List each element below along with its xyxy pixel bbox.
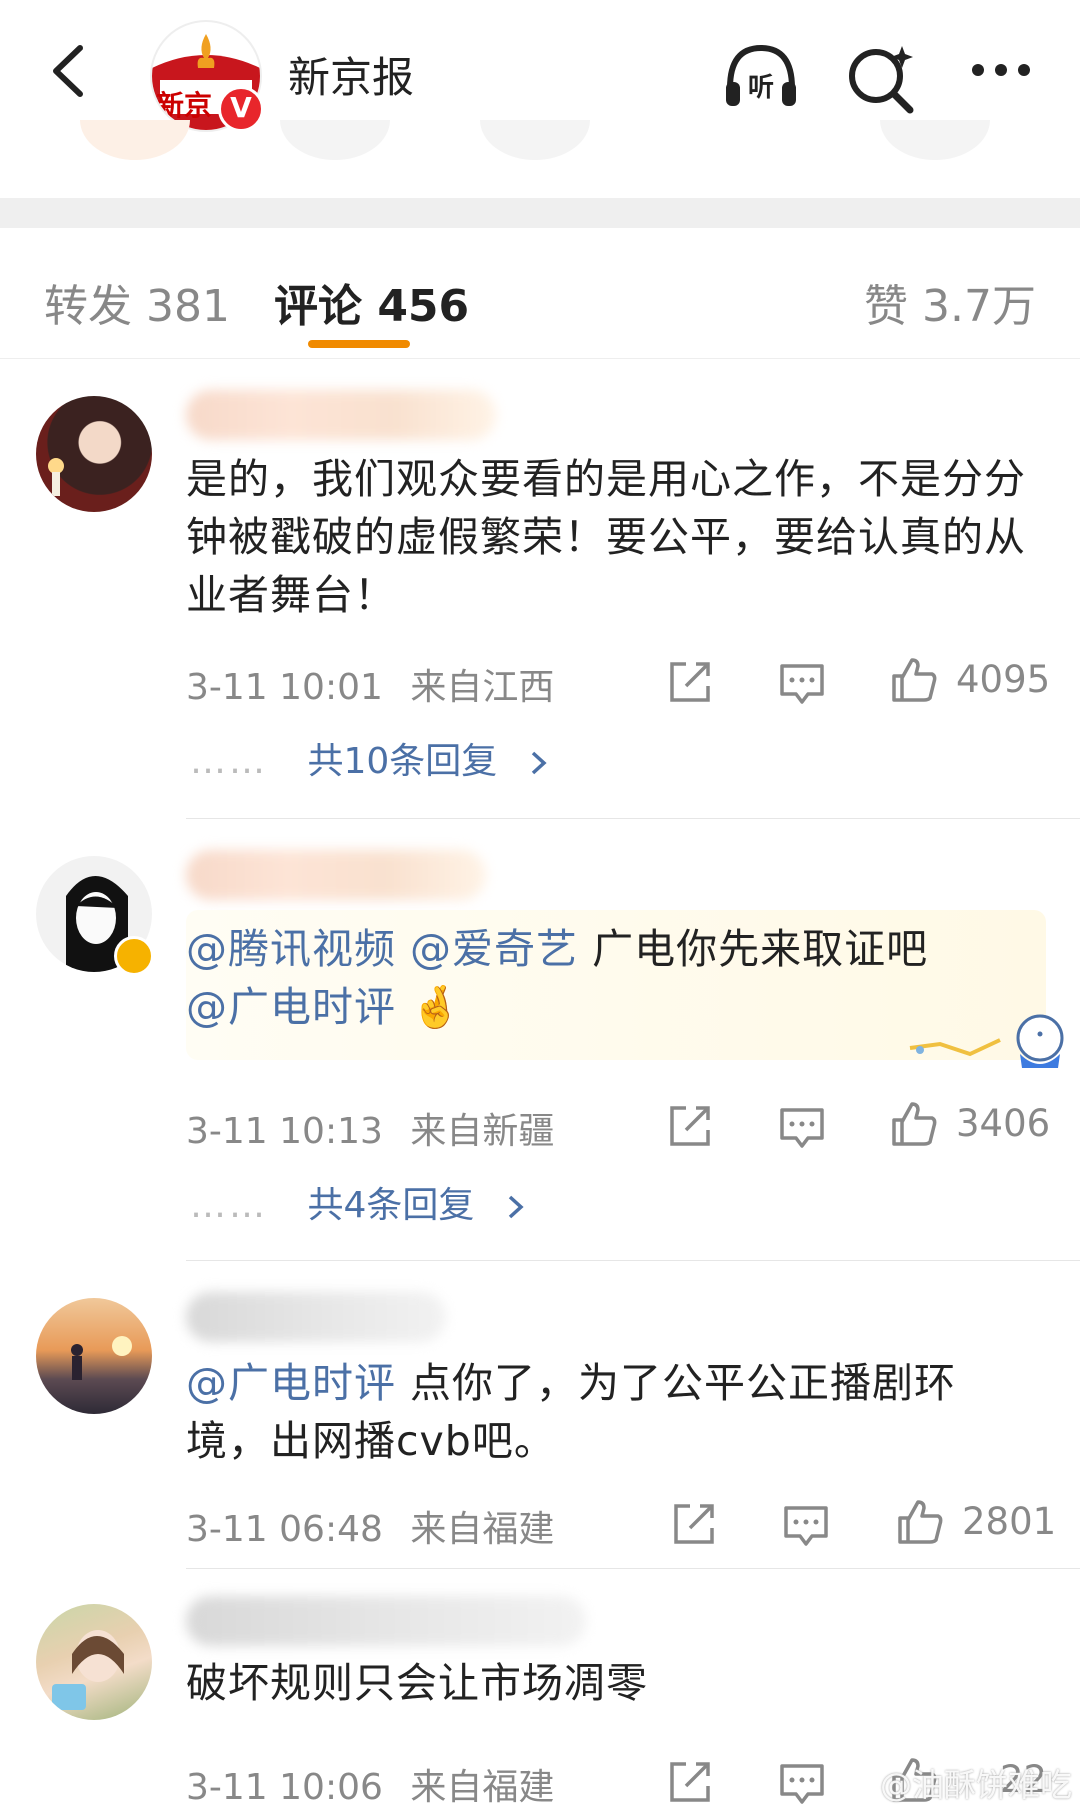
reply-dots: ……: [190, 1185, 268, 1226]
username-blurred[interactable]: [186, 1596, 586, 1646]
comment-time: 3-11 10:01: [186, 667, 383, 708]
username-blurred[interactable]: [186, 390, 496, 440]
comment-time: 3-11 10:13: [186, 1111, 383, 1152]
comment-location: 来自江西: [410, 667, 555, 708]
avatar-photo-icon: [52, 1630, 124, 1710]
comment-icon[interactable]: [776, 1758, 828, 1810]
comment-meta: 3-11 10:06 来自福建: [186, 1758, 554, 1810]
tab-repost[interactable]: 转发 381: [44, 270, 230, 334]
like-icon[interactable]: [888, 654, 940, 706]
comment-meta: 3-11 10:13 来自新疆: [186, 1102, 554, 1154]
reply-count: 共4条回复: [307, 1185, 475, 1226]
svg-text:听: 听: [748, 73, 774, 103]
comment-divider: [186, 1568, 1080, 1569]
top-bar: 新京 V 新京报 听: [0, 0, 1080, 138]
like-icon[interactable]: [894, 1496, 946, 1548]
tab-bar: 转发 381 评论 456 赞 3.7万: [0, 228, 1080, 359]
comment-body: 广电你先来取证吧: [578, 925, 929, 973]
avatar-photo-icon: [71, 1336, 132, 1380]
comment-meta: 3-11 06:48 来自福建: [186, 1500, 554, 1552]
section-divider: [0, 198, 1080, 228]
tab-likes[interactable]: 赞 3.7万: [864, 270, 1036, 334]
watermark: @油酥饼难吃: [879, 1766, 1072, 1804]
chevron-right-icon: [531, 751, 547, 775]
like-count: 2801: [962, 1500, 1057, 1543]
page-title: 新京报: [288, 53, 415, 102]
comment-text: 破坏规则只会让市场凋零: [186, 1659, 648, 1707]
username-blurred[interactable]: [186, 1292, 446, 1342]
emoji: 🤞: [410, 983, 463, 1031]
comment-icon[interactable]: [776, 1102, 828, 1154]
comment-time: 3-11 10:06: [186, 1767, 383, 1808]
username-blurred[interactable]: [186, 850, 486, 900]
back-icon[interactable]: [36, 36, 106, 106]
like-count: 3406: [956, 1102, 1051, 1145]
search-icon[interactable]: [838, 34, 924, 120]
logo-text: 新京: [156, 89, 213, 122]
like-count: 4095: [956, 658, 1051, 701]
more-icon[interactable]: [958, 34, 1044, 120]
reply-dots: ……: [190, 741, 268, 782]
like-icon[interactable]: [888, 1098, 940, 1150]
share-icon[interactable]: [664, 656, 716, 708]
comment-divider: [186, 1260, 1080, 1261]
mention-link[interactable]: @爱奇艺: [410, 925, 578, 973]
user-avatar[interactable]: [36, 396, 152, 512]
comment-text: 是的，我们观众要看的是用心之作，不是分分钟被戳破的虚假繁荣！要公平，要给认真的从…: [186, 455, 1026, 619]
comment-text: @广电时评 点你了，为了公平公正播剧环境，出网播cvb吧。: [186, 1354, 1026, 1470]
comment-location: 来自福建: [410, 1767, 555, 1808]
view-replies-link[interactable]: …… 共10条回复: [190, 732, 551, 784]
active-tab-indicator: [308, 340, 410, 348]
tab-comments[interactable]: 评论 456: [274, 270, 469, 334]
comment-location: 来自新疆: [410, 1111, 555, 1152]
share-icon[interactable]: [664, 1756, 716, 1808]
share-icon[interactable]: [664, 1100, 716, 1152]
mention-link[interactable]: @广电时评: [186, 1359, 396, 1407]
chevron-right-icon: [508, 1195, 524, 1219]
comment-icon[interactable]: [780, 1500, 832, 1552]
mention-link[interactable]: @广电时评: [186, 983, 396, 1031]
comment-time: 3-11 06:48: [186, 1509, 383, 1550]
mention-link[interactable]: @腾讯视频: [186, 925, 396, 973]
comment-divider: [186, 818, 1080, 819]
comment-location: 来自福建: [410, 1509, 555, 1550]
share-icon[interactable]: [668, 1498, 720, 1550]
user-avatar[interactable]: [36, 1298, 152, 1414]
faded-avatar-row: [0, 120, 1080, 165]
view-replies-link[interactable]: …… 共4条回复: [190, 1176, 528, 1228]
verified-badge-icon: [114, 936, 154, 976]
comment-icon[interactable]: [776, 658, 828, 710]
card-decoration-icon: [909, 1014, 1064, 1068]
user-avatar[interactable]: [36, 1604, 152, 1720]
listen-icon[interactable]: 听: [718, 34, 804, 120]
avatar-photo-icon: [48, 458, 64, 496]
comment-meta: 3-11 10:01 来自江西: [186, 658, 554, 710]
reply-count: 共10条回复: [307, 741, 498, 782]
